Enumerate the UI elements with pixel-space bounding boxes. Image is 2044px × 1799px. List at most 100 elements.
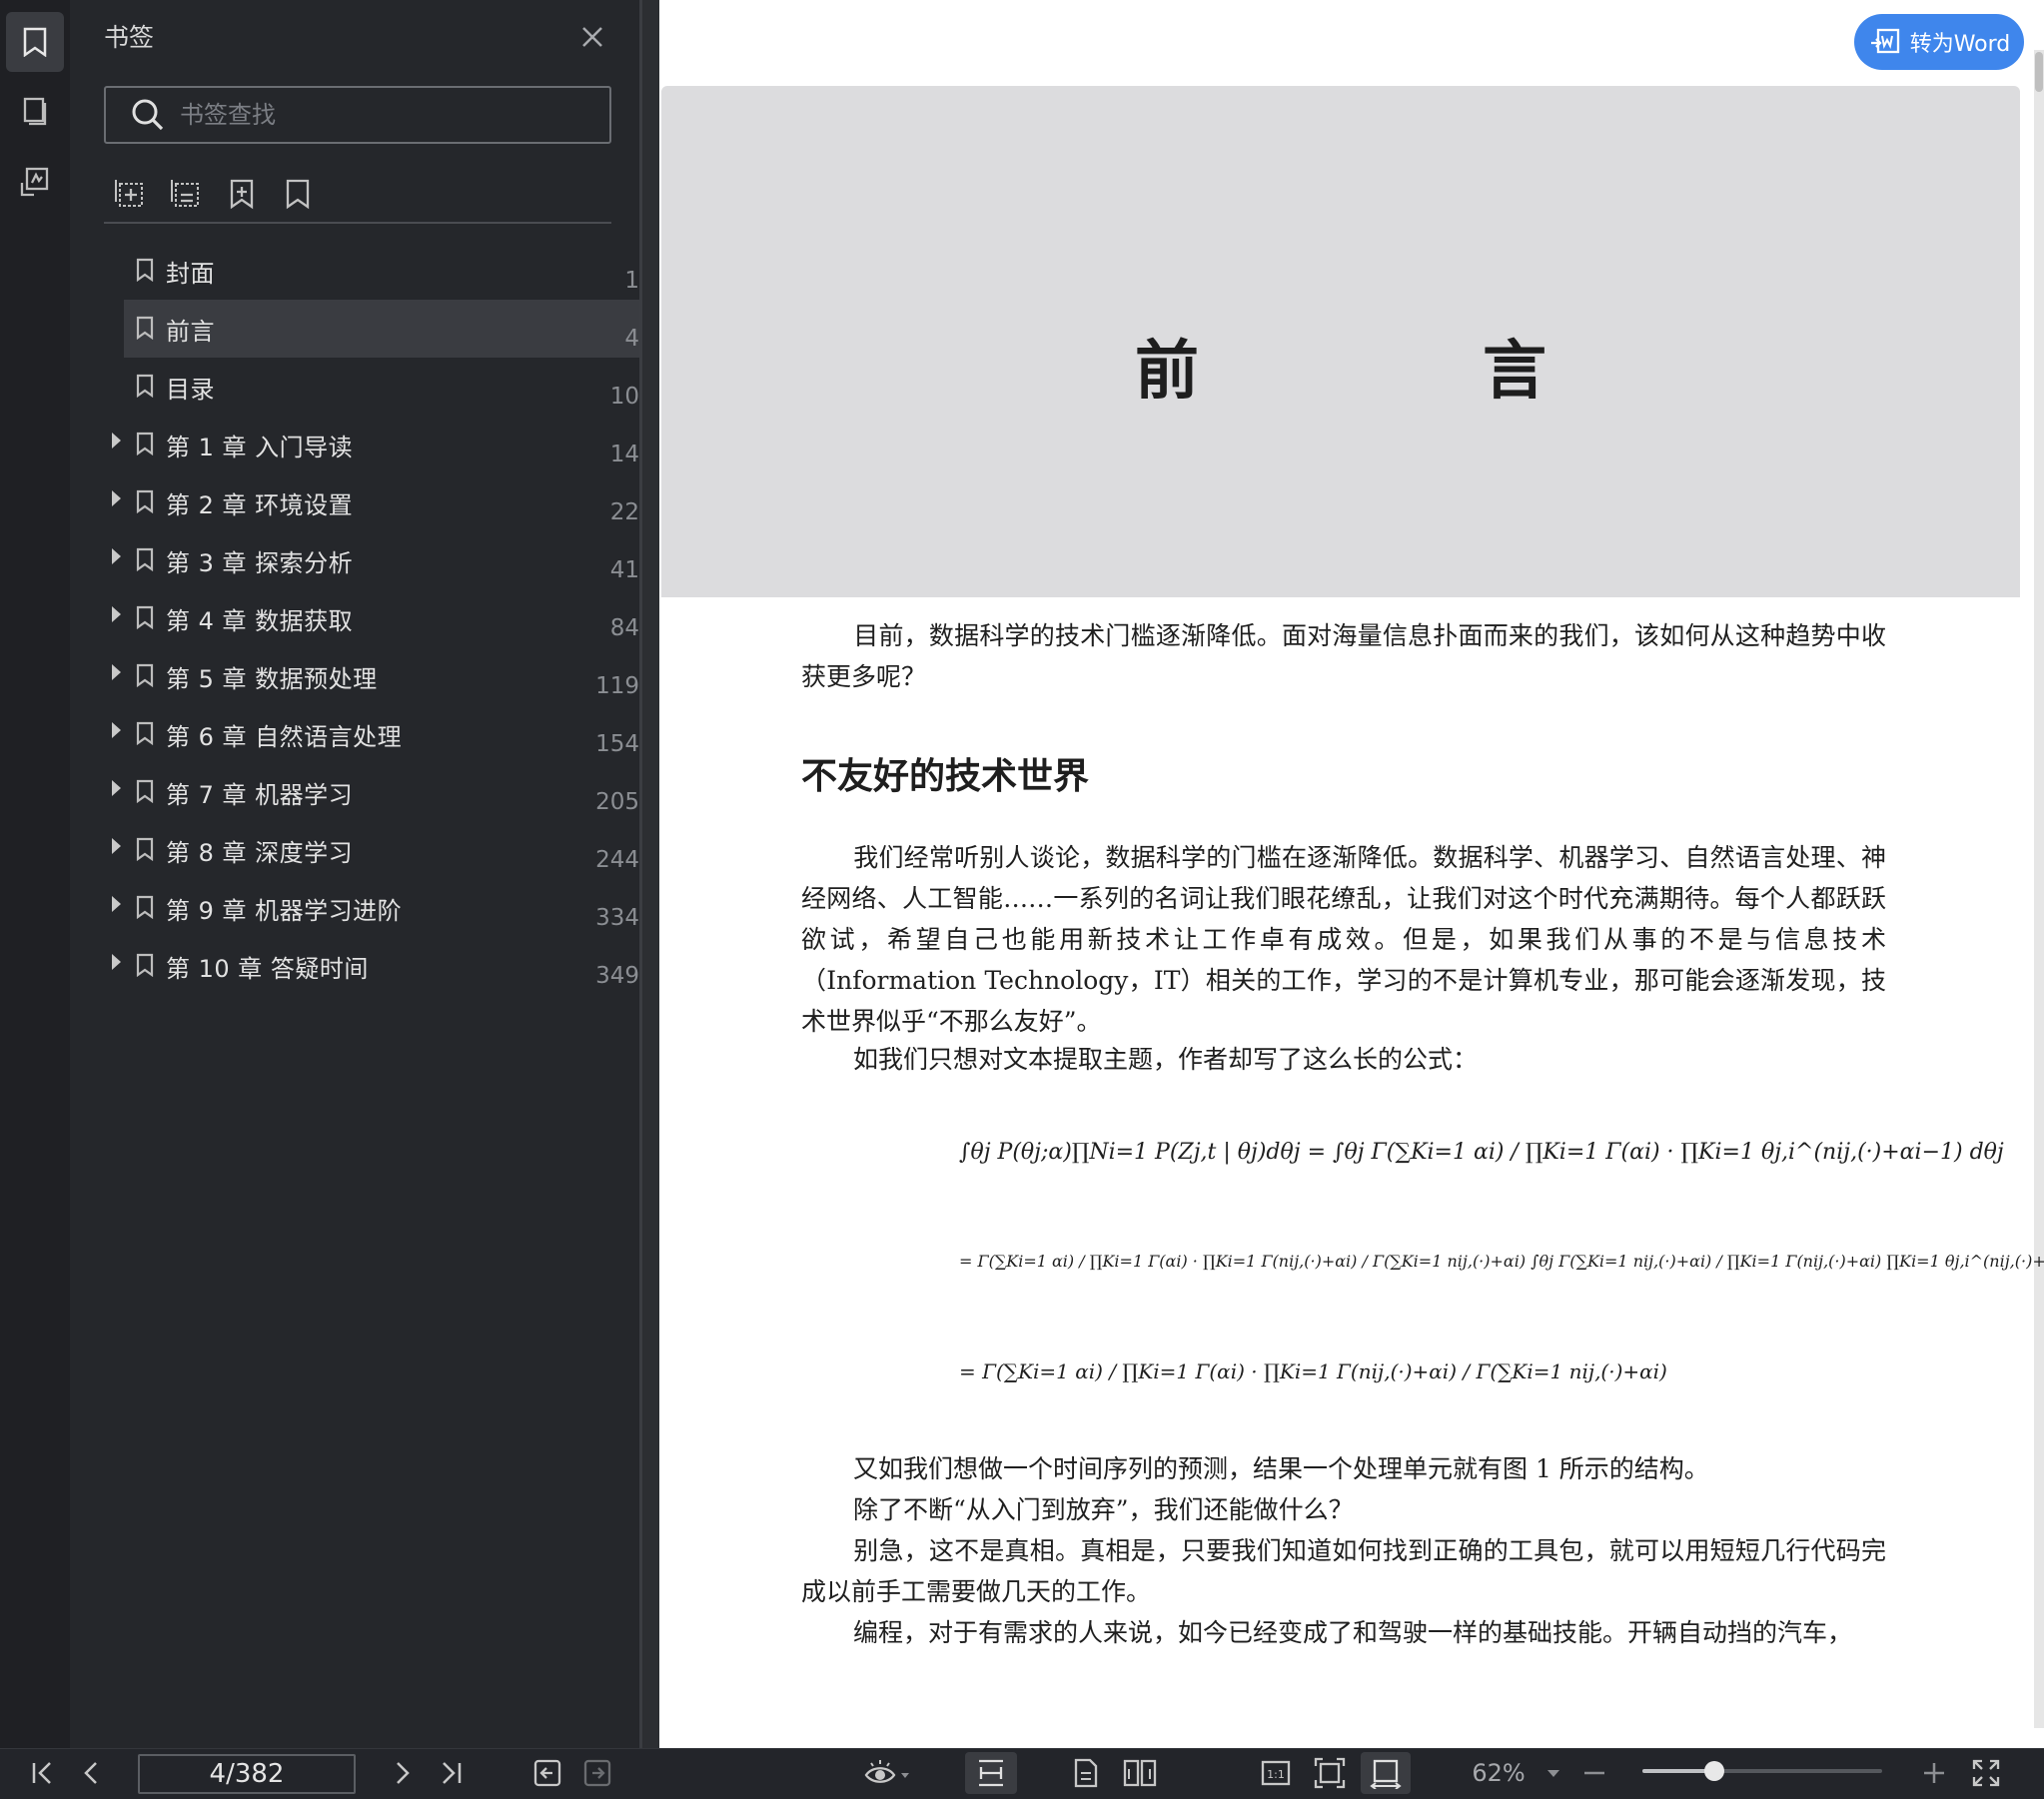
bookmark-icon xyxy=(136,663,154,687)
bookmark-page-number: 14 xyxy=(609,442,639,467)
collapse-all-button[interactable] xyxy=(166,174,206,214)
expand-arrow-icon[interactable] xyxy=(112,722,121,738)
bookmark-sidebar: 书签 封面 1 前言 4 目录 10 第 1 章 入门导读 14 第 2 章 环境设置 22 第 3… xyxy=(78,0,655,1748)
bookmark-item[interactable]: 第 7 章 机器学习 205 xyxy=(108,763,655,821)
fit-page-button[interactable] xyxy=(1307,1748,1353,1798)
bookmark-icon xyxy=(136,721,154,745)
bookmark-item[interactable]: 封面 1 xyxy=(108,242,655,300)
page-thumbnail-icon xyxy=(23,97,47,126)
add-bookmark-button[interactable] xyxy=(222,174,262,214)
paragraph-body-4: 除了不断“从入门到放弃”，我们还能做什么？ xyxy=(853,1495,1354,1524)
continuous-scroll-button[interactable] xyxy=(965,1752,1017,1794)
single-page-button[interactable] xyxy=(1063,1748,1109,1798)
page-number-input[interactable] xyxy=(145,1758,349,1790)
svg-text:1:1: 1:1 xyxy=(1267,1768,1285,1781)
bookmark-item[interactable]: 前言 4 xyxy=(124,300,655,358)
minus-icon xyxy=(1584,1771,1604,1775)
double-page-button[interactable] xyxy=(1117,1748,1163,1798)
page-number-box[interactable] xyxy=(138,1754,356,1794)
bookmark-panel-button[interactable] xyxy=(6,12,64,72)
expand-arrow-icon[interactable] xyxy=(112,433,121,449)
sidebar-splitter[interactable] xyxy=(639,0,659,1748)
paragraph-body-1: 我们经常听别人谈论，数据科学的门槛在逐渐降低。数据科学、机器学习、自然语言处理、… xyxy=(801,843,1886,1036)
zoom-out-button[interactable] xyxy=(1574,1748,1614,1798)
fit-width-icon xyxy=(1370,1759,1402,1789)
paragraph-intro: 目前，数据科学的技术门槛逐渐降低。面对海量信息扑面而来的我们，该如何从这种趋势中… xyxy=(801,621,1886,691)
previous-page-button[interactable] xyxy=(70,1748,114,1798)
zoom-in-button[interactable] xyxy=(1914,1748,1954,1798)
plus-icon xyxy=(1924,1763,1944,1783)
bookmark-label: 第 6 章 自然语言处理 xyxy=(166,723,403,751)
paragraph-body-3: 又如我们想做一个时间序列的预测，结果一个处理单元就有图 1 所示的结构。 xyxy=(853,1454,1709,1483)
bookmark-item[interactable]: 第 9 章 机器学习进阶 334 xyxy=(108,879,655,937)
remove-bookmark-button[interactable] xyxy=(278,174,318,214)
expand-all-button[interactable] xyxy=(110,174,150,214)
bookmark-label: 第 4 章 数据获取 xyxy=(166,607,354,635)
bookmark-page-number: 22 xyxy=(609,499,639,525)
bookmark-page-number: 119 xyxy=(595,673,639,699)
bookmark-item[interactable]: 第 4 章 数据获取 84 xyxy=(108,589,655,647)
scrollbar-thumb[interactable] xyxy=(2035,52,2043,92)
annotation-panel-button[interactable] xyxy=(6,152,64,212)
page-heading: 前 言 xyxy=(1135,334,1656,409)
fullscreen-button[interactable] xyxy=(1964,1748,2008,1798)
bookmark-icon xyxy=(136,316,154,340)
last-page-button[interactable] xyxy=(430,1748,474,1798)
bookmark-label: 第 8 章 深度学习 xyxy=(166,839,354,867)
forward-button[interactable] xyxy=(575,1748,619,1798)
bookmark-item[interactable]: 第 2 章 环境设置 22 xyxy=(108,473,655,531)
first-page-icon xyxy=(32,1762,51,1784)
bookmark-page-number: 205 xyxy=(595,789,639,815)
chevron-left-icon xyxy=(84,1762,97,1784)
bookmark-search-box[interactable] xyxy=(104,86,611,144)
bookmark-search-input[interactable] xyxy=(178,100,601,130)
reading-mode-button[interactable] xyxy=(857,1748,917,1798)
bookmark-page-number: 1 xyxy=(624,268,639,294)
fullscreen-icon xyxy=(1972,1759,2000,1787)
expand-arrow-icon[interactable] xyxy=(112,838,121,854)
bookmark-icon xyxy=(136,432,154,455)
first-page-button[interactable] xyxy=(20,1748,64,1798)
bookmark-outline-icon xyxy=(286,179,310,210)
bookmark-item[interactable]: 第 1 章 入门导读 14 xyxy=(108,416,655,473)
double-page-icon xyxy=(1123,1759,1157,1787)
last-page-icon xyxy=(443,1762,462,1784)
bookmark-item[interactable]: 第 6 章 自然语言处理 154 xyxy=(108,705,655,763)
expand-arrow-icon[interactable] xyxy=(112,490,121,506)
zoom-slider-handle[interactable] xyxy=(1704,1761,1724,1781)
expand-arrow-icon[interactable] xyxy=(112,780,121,796)
word-convert-icon xyxy=(1870,28,1899,54)
expand-arrow-icon[interactable] xyxy=(112,896,121,912)
bookmark-label: 第 1 章 入门导读 xyxy=(166,434,354,461)
bookmark-label: 第 5 章 数据预处理 xyxy=(166,665,378,693)
document-scrollbar[interactable] xyxy=(2034,50,2044,1728)
bookmark-page-number: 334 xyxy=(595,905,639,931)
zoom-dropdown-button[interactable] xyxy=(1538,1748,1568,1798)
expand-arrow-icon[interactable] xyxy=(112,548,121,564)
expand-arrow-icon[interactable] xyxy=(112,606,121,622)
bookmark-item[interactable]: 第 3 章 探索分析 41 xyxy=(108,531,655,589)
bookmark-item[interactable]: 第 8 章 深度学习 244 xyxy=(108,821,655,879)
next-page-button[interactable] xyxy=(380,1748,424,1798)
bookmark-label: 第 9 章 机器学习进阶 xyxy=(166,897,403,925)
bookmark-item[interactable]: 第 5 章 数据预处理 119 xyxy=(108,647,655,705)
fit-width-button[interactable] xyxy=(1361,1752,1411,1794)
thumbnail-panel-button[interactable] xyxy=(6,82,64,142)
bookmark-item[interactable]: 目录 10 xyxy=(108,358,655,416)
sidebar-close-button[interactable] xyxy=(575,20,609,54)
collapse-all-icon xyxy=(171,180,199,207)
formula-line-1: ∫θj P(θj;α)∏Ni=1 P(Zj,t | θj)dθj = ∫θj Γ… xyxy=(959,1140,2004,1165)
annotation-icon xyxy=(20,167,49,197)
bookmark-label: 第 3 章 探索分析 xyxy=(166,549,354,577)
bookmark-page-number: 41 xyxy=(609,557,639,583)
bookmark-page-number: 349 xyxy=(595,963,639,989)
expand-arrow-icon[interactable] xyxy=(112,664,121,680)
bookmark-label: 第 2 章 环境设置 xyxy=(166,491,354,519)
actual-size-button[interactable]: 1:1 xyxy=(1253,1748,1299,1798)
bookmark-item[interactable]: 第 10 章 答疑时间 349 xyxy=(108,937,655,995)
add-bookmark-icon xyxy=(230,179,254,210)
convert-to-word-button[interactable]: 转为Word xyxy=(1854,14,2024,70)
back-button[interactable] xyxy=(525,1748,569,1798)
bookmark-icon xyxy=(136,605,154,629)
expand-arrow-icon[interactable] xyxy=(112,954,121,970)
